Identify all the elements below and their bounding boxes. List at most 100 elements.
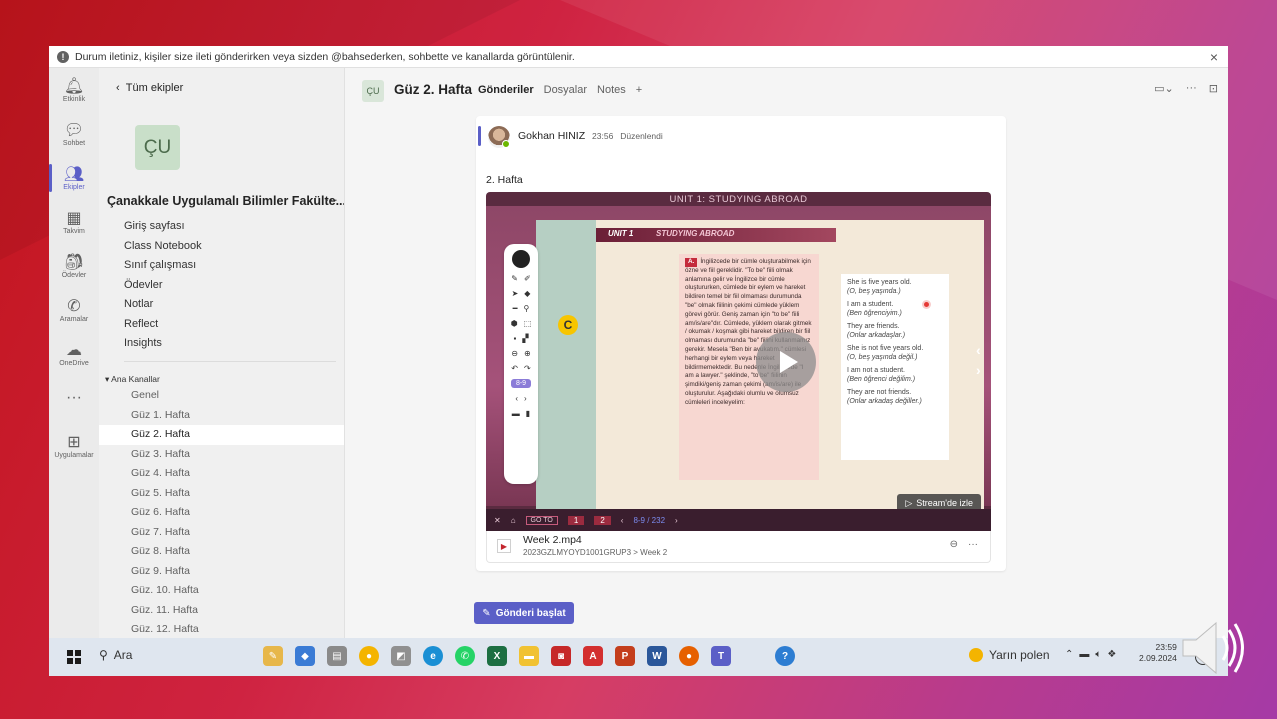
rail-item-aramalar[interactable]: ✆ Aramalar: [49, 288, 99, 332]
channel-item[interactable]: Güz 9. Hafta: [99, 562, 344, 582]
delete-icon[interactable]: ▮: [526, 409, 530, 418]
attachment-row[interactable]: ▶ Week 2.mp4 2023GZLMYOYD1001GRUP3 > Wee…: [486, 531, 991, 563]
rail-item-onedrive[interactable]: ☁ OneDrive: [49, 332, 99, 376]
windows-start-icon[interactable]: [67, 650, 81, 664]
next-page-icon[interactable]: ›: [524, 394, 527, 403]
firefox-icon[interactable]: ●: [679, 646, 699, 666]
tray-chevron-icon[interactable]: ⌃: [1065, 649, 1073, 660]
rail-item-etkinlik[interactable]: 🔔︎ Etkinlik: [49, 68, 99, 112]
speaker-icon[interactable]: [1178, 618, 1248, 678]
whatsapp-icon[interactable]: ✆: [455, 646, 475, 666]
redo-icon[interactable]: ↷: [524, 364, 531, 373]
close-icon[interactable]: ×: [1210, 49, 1218, 65]
meet-icon[interactable]: ▭⌄: [1154, 82, 1174, 95]
channels-header[interactable]: ▾ Ana Kanallar: [105, 374, 160, 385]
taskbar-search[interactable]: ⚲ Ara: [99, 648, 132, 662]
channel-item[interactable]: Genel: [99, 386, 344, 406]
grid-icon[interactable]: ▪: [514, 334, 517, 343]
team-nav-item[interactable]: Notlar: [124, 295, 202, 315]
video-player[interactable]: UNIT 1: STUDYING ABROAD UNIT 1 STUDYING …: [486, 192, 991, 531]
tab-gönderiler[interactable]: Gönderiler: [478, 84, 534, 96]
back-to-teams-link[interactable]: ‹ Tüm ekipler: [116, 82, 183, 94]
goto-button[interactable]: GO TO: [525, 515, 558, 525]
pen-icon[interactable]: ✎: [511, 274, 518, 283]
teams-taskbar-icon[interactable]: T: [711, 646, 731, 666]
prev-arrow-icon[interactable]: ‹: [976, 342, 981, 358]
channel-info-icon[interactable]: ⊡: [1209, 82, 1218, 95]
search-icon[interactable]: ⚲: [523, 304, 529, 313]
rail-item-uygulamalar[interactable]: ⊞ Uygulamalar: [49, 424, 99, 468]
dropbox-icon[interactable]: ❖: [1107, 649, 1116, 660]
team-nav-item[interactable]: Ödevler: [124, 276, 202, 296]
rail-item-sohbet[interactable]: 💬︎ Sohbet: [49, 112, 99, 156]
channel-item[interactable]: Güz 7. Hafta: [99, 523, 344, 543]
battery-icon[interactable]: ▬: [1079, 649, 1089, 660]
file-name[interactable]: Week 2.mp4: [523, 534, 582, 546]
acrobat-icon[interactable]: A: [583, 646, 603, 666]
widget-icon[interactable]: ✎: [263, 646, 283, 666]
rail-item-takvim[interactable]: ▦ Takvim: [49, 200, 99, 244]
channel-item[interactable]: Güz 8. Hafta: [99, 542, 344, 562]
edge-dev-icon[interactable]: ◩: [391, 646, 411, 666]
prev-page-icon[interactable]: ‹: [621, 516, 624, 525]
channel-item[interactable]: Güz. 10. Hafta: [99, 581, 344, 601]
volume-icon[interactable]: 🔈︎: [1095, 649, 1101, 660]
rail-item-ekipler[interactable]: 👥︎ Ekipler: [49, 156, 99, 200]
team-more-button[interactable]: ···: [325, 192, 338, 207]
team-nav-item[interactable]: Giriş sayfası: [124, 217, 202, 237]
tab-notes[interactable]: Notes: [597, 84, 626, 96]
team-nav-item[interactable]: Sınıf çalışması: [124, 256, 202, 276]
channel-item[interactable]: Güz 5. Hafta: [99, 484, 344, 504]
new-post-button[interactable]: ✎ Gönderi başlat: [474, 602, 574, 624]
channel-item[interactable]: Güz 4. Hafta: [99, 464, 344, 484]
rail-item-more[interactable]: ···: [49, 376, 99, 420]
zoom-out-icon[interactable]: ⊖: [511, 349, 518, 358]
copilot-icon[interactable]: ◆: [295, 646, 315, 666]
select-icon[interactable]: ⬚: [524, 319, 532, 328]
help-icon[interactable]: ?: [775, 646, 795, 666]
file-explorer-icon[interactable]: ▬: [519, 646, 539, 666]
word-icon[interactable]: W: [647, 646, 667, 666]
zoom-in-icon[interactable]: ⊕: [524, 349, 531, 358]
undo-icon[interactable]: ↶: [511, 364, 518, 373]
close-book-icon[interactable]: ✕: [494, 516, 501, 525]
channel-item[interactable]: Güz 2. Hafta: [99, 425, 344, 445]
more-options-icon[interactable]: ···: [968, 539, 978, 550]
channel-item[interactable]: Güz 3. Hafta: [99, 445, 344, 465]
team-nav-item[interactable]: Insights: [124, 334, 202, 354]
app-red-icon[interactable]: ◙: [551, 646, 571, 666]
pointer-icon[interactable]: ➤: [512, 289, 519, 298]
rail-item-ödevler[interactable]: 🎒︎ Ödevler: [49, 244, 99, 288]
prev-page-icon[interactable]: ‹: [515, 394, 518, 403]
channel-item[interactable]: Güz 6. Hafta: [99, 503, 344, 523]
page-tab-1[interactable]: 1: [567, 515, 585, 525]
more-options-icon[interactable]: ···: [1186, 82, 1197, 95]
task-view-icon[interactable]: ▤: [327, 646, 347, 666]
page-tab-2[interactable]: 2: [594, 515, 611, 525]
channel-item[interactable]: Güz 1. Hafta: [99, 406, 344, 426]
bucket-icon[interactable]: ⬢: [511, 319, 518, 328]
taskbar-clock[interactable]: 23:59 2.09.2024: [1139, 642, 1177, 664]
edge-icon[interactable]: e: [423, 646, 443, 666]
next-page-icon[interactable]: ›: [675, 516, 678, 525]
team-name[interactable]: Çanakkale Uygulamalı Bilimler Fakülte...: [107, 194, 344, 208]
team-nav-item[interactable]: Reflect: [124, 315, 202, 335]
team-nav-item[interactable]: Class Notebook: [124, 237, 202, 257]
post-author[interactable]: Gokhan HINIZ: [518, 130, 585, 142]
channel-item[interactable]: Güz. 12. Hafta: [99, 620, 344, 638]
eraser-icon[interactable]: ◆: [524, 289, 530, 298]
channel-item[interactable]: Güz. 11. Hafta: [99, 601, 344, 621]
reload-icon[interactable]: C: [558, 315, 578, 335]
excel-icon[interactable]: X: [487, 646, 507, 666]
tool-icon[interactable]: ▬: [512, 409, 520, 418]
move-icon[interactable]: ▞: [522, 334, 528, 343]
play-button[interactable]: [756, 332, 816, 392]
chrome-icon[interactable]: ●: [359, 646, 379, 666]
link-icon[interactable]: ⊖: [950, 539, 958, 550]
next-arrow-icon[interactable]: ›: [976, 362, 981, 378]
weather-widget[interactable]: Yarın polen: [969, 648, 1050, 662]
tab-dosyalar[interactable]: Dosyalar: [544, 84, 587, 96]
home-icon[interactable]: ⌂: [511, 516, 516, 525]
line-icon[interactable]: ━: [513, 304, 518, 313]
powerpoint-icon[interactable]: P: [615, 646, 635, 666]
